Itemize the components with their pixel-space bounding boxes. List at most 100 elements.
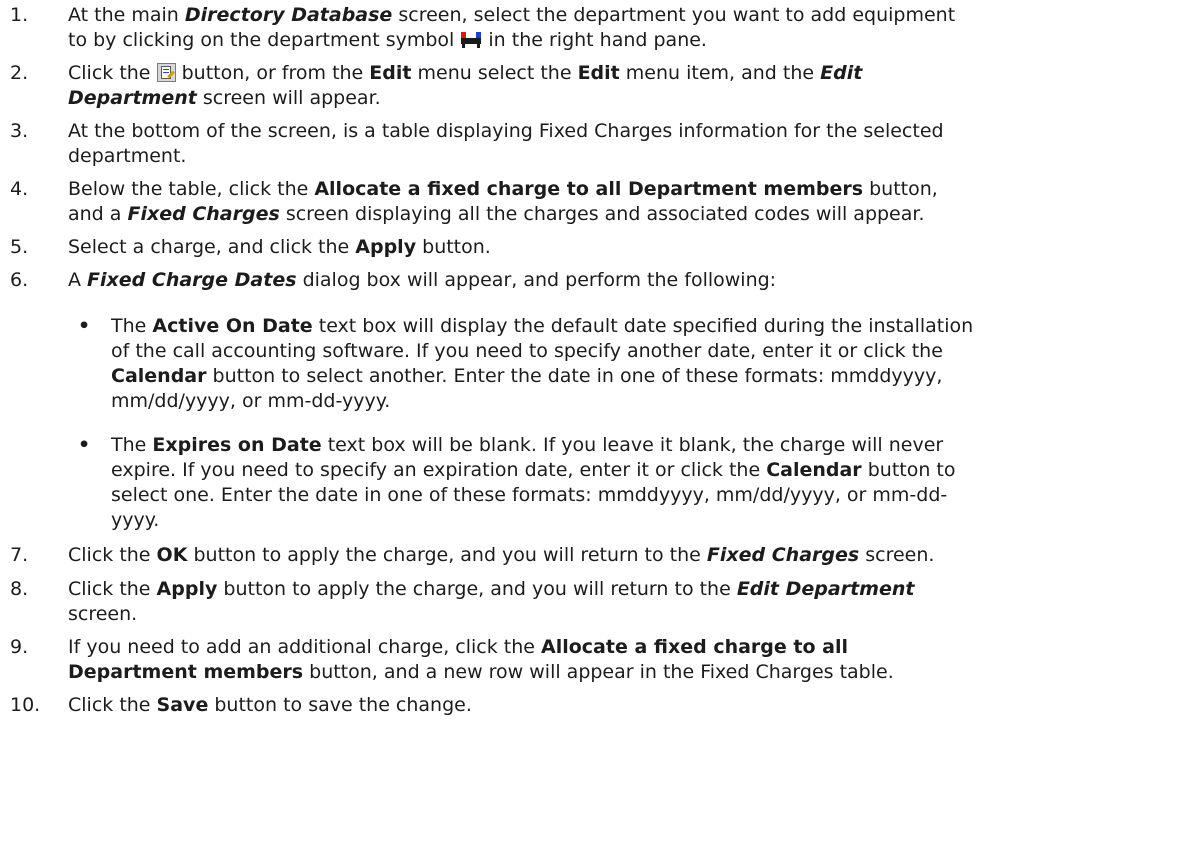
step-9: 9. If you need to add an additional char… <box>10 635 1204 685</box>
step-line: Click the OK button to apply the charge,… <box>68 543 1204 568</box>
bullet-text: text box will display the default date s… <box>312 315 974 337</box>
step-text: screen. <box>68 603 138 625</box>
step-text: Click the <box>68 578 157 600</box>
step-number: 9. <box>10 636 29 658</box>
step-text: button to save the change. <box>208 694 472 716</box>
step-number: 10. <box>10 694 41 716</box>
screen-name: Edit <box>820 62 863 84</box>
bullet-text: button to <box>861 459 956 481</box>
button-name: OK <box>156 544 188 566</box>
step-line: At the main Directory Database screen, s… <box>68 3 1204 28</box>
step-text: At the bottom of the screen, is a table … <box>68 120 944 142</box>
step-text: Click the <box>68 544 157 566</box>
step-line: Department members button, and a new row… <box>68 660 1204 685</box>
bullet-text: The <box>111 315 153 337</box>
step-text: screen, select the department you want t… <box>392 4 956 26</box>
step-line: At the bottom of the screen, is a table … <box>68 119 1204 144</box>
bullet-line: Calendar button to select another. Enter… <box>111 364 1204 389</box>
dialog-name: Fixed Charge Dates <box>87 269 297 291</box>
step-text: At the main <box>68 4 185 26</box>
step-line: department. <box>68 144 1204 169</box>
screen-name: Fixed Charges <box>706 544 860 566</box>
step-text: in the right hand pane. <box>482 29 707 51</box>
bullet-line: expire. If you need to specify an expira… <box>111 458 1204 483</box>
menu-name: Edit <box>369 62 412 84</box>
button-name: Apply <box>156 578 218 600</box>
step-number: 3. <box>10 120 29 142</box>
step-3: 3. At the bottom of the screen, is a tab… <box>10 119 1204 169</box>
bullet-line: mm/dd/yyyy, or mm-dd-yyyy. <box>111 389 1204 414</box>
button-name: Allocate a fixed charge to all <box>541 636 849 658</box>
step-1: 1. At the main Directory Database screen… <box>10 3 1204 53</box>
step-line: Select a charge, and click the Apply but… <box>68 235 1204 260</box>
step-text: A <box>68 269 88 291</box>
step-text: If you need to add an additional charge,… <box>68 636 541 658</box>
bullet-symbol: • <box>78 434 91 456</box>
menu-item-name: Edit <box>577 62 620 84</box>
step-text: Select a charge, and click the <box>68 236 356 258</box>
button-name: Department members <box>68 661 304 683</box>
bullet-text: expire. If you need to specify an expira… <box>111 459 767 481</box>
step-text: screen. <box>859 544 935 566</box>
step-line: If you need to add an additional charge,… <box>68 635 1204 660</box>
step-text: Click the <box>68 694 157 716</box>
step-number: 8. <box>10 578 29 600</box>
step-text: button to apply the charge, and you will… <box>187 544 707 566</box>
step-number: 4. <box>10 178 29 200</box>
bullet-text: text box will be blank. If you leave it … <box>321 434 944 456</box>
button-name: Save <box>156 694 209 716</box>
step-line: Click the button, or from the Edit menu … <box>68 61 1204 86</box>
step-text: button. <box>416 236 491 258</box>
step-4: 4. Below the table, click the Allocate a… <box>10 177 1204 227</box>
bullet-text: select one. Enter the date in one of the… <box>111 484 948 506</box>
step-2: 2. Click the button, or from the Edit me… <box>10 61 1204 111</box>
step-text: screen displaying all the charges and as… <box>279 203 925 225</box>
bullet-line: of the call accounting software. If you … <box>111 339 1204 364</box>
step-line: screen. <box>68 602 1204 627</box>
button-name: Calendar <box>766 459 862 481</box>
step-line: and a Fixed Charges screen displaying al… <box>68 202 1204 227</box>
bullet-line: yyyy. <box>111 508 1204 533</box>
edit-button-icon <box>156 63 176 82</box>
step-text: button, and a new row will appear in the… <box>303 661 894 683</box>
bullet-item-active-on-date: • The Active On Date text box will displ… <box>10 314 1204 414</box>
step-text: button to apply the charge, and you will… <box>217 578 737 600</box>
step-text: menu item, and the <box>619 62 821 84</box>
bullet-text: button to select another. Enter the date… <box>206 365 943 387</box>
field-name: Expires on Date <box>152 434 322 456</box>
step-text: dialog box will appear, and perform the … <box>296 269 777 291</box>
step-text: button, or from the <box>175 62 370 84</box>
field-name: Active On Date <box>152 315 313 337</box>
step-line: Below the table, click the Allocate a fi… <box>68 177 1204 202</box>
bullet-item-expires-on-date: • The Expires on Date text box will be b… <box>10 433 1204 533</box>
button-name: Apply <box>355 236 417 258</box>
button-name: Allocate a fixed charge to all Departmen… <box>314 178 864 200</box>
step-number: 5. <box>10 236 29 258</box>
step-text: menu select the <box>411 62 578 84</box>
step-number: 2. <box>10 62 29 84</box>
bullet-line: select one. Enter the date in one of the… <box>111 483 1204 508</box>
step-text: screen will appear. <box>196 87 381 109</box>
screen-name: Department <box>68 87 197 109</box>
step-line: Click the Apply button to apply the char… <box>68 577 1204 602</box>
bullet-text: of the call accounting software. If you … <box>111 340 943 362</box>
step-number: 1. <box>10 4 29 26</box>
step-5: 5. Select a charge, and click the Apply … <box>10 235 1204 260</box>
bullet-symbol: • <box>78 315 91 337</box>
step-number: 7. <box>10 544 29 566</box>
step-text: Click the <box>68 62 157 84</box>
button-name: Calendar <box>111 365 207 387</box>
step-text: department. <box>68 145 187 167</box>
step-text: to by clicking on the department symbol <box>68 29 461 51</box>
bullet-line: The Active On Date text box will display… <box>111 314 1204 339</box>
bullet-text: The <box>111 434 153 456</box>
step-10: 10. Click the Save button to save the ch… <box>10 693 1204 718</box>
step-line: to by clicking on the department symbol … <box>68 28 1204 53</box>
screen-name: Edit Department <box>736 578 915 600</box>
step-line: Click the Save button to save the change… <box>68 693 1204 718</box>
screen-name: Directory Database <box>184 4 393 26</box>
step-number: 6. <box>10 269 29 291</box>
bullet-text: yyyy. <box>111 509 160 531</box>
step-text: Below the table, click the <box>68 178 315 200</box>
step-6: 6. A Fixed Charge Dates dialog box will … <box>10 268 1204 293</box>
